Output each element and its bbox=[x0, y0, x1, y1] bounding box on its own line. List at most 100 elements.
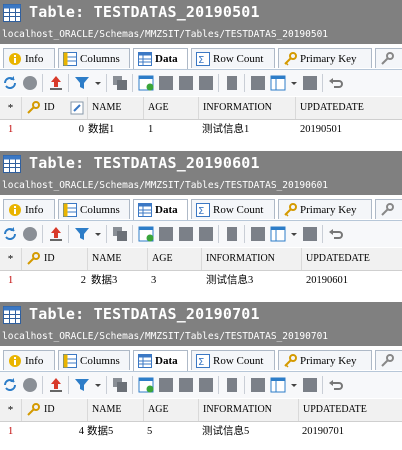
edit-icon[interactable] bbox=[224, 75, 240, 91]
columns-icon[interactable] bbox=[270, 226, 286, 242]
cell-updatedate[interactable]: 20190501 bbox=[300, 120, 342, 140]
save-icon[interactable] bbox=[158, 226, 174, 242]
tab-more[interactable] bbox=[375, 48, 402, 68]
edit-icon[interactable] bbox=[224, 377, 240, 393]
columns-icon[interactable] bbox=[270, 377, 286, 393]
chevron-down-icon[interactable] bbox=[290, 75, 298, 91]
delete-icon[interactable] bbox=[178, 75, 194, 91]
cell-updatedate[interactable]: 20190701 bbox=[302, 422, 344, 442]
cell-name[interactable]: 数据3 bbox=[91, 271, 117, 291]
column-header-information[interactable]: INFORMATION bbox=[202, 248, 302, 270]
table-add-icon[interactable] bbox=[138, 226, 154, 242]
tab-row-count[interactable]: Σ Row Count bbox=[191, 48, 275, 68]
cell-id[interactable]: 4 bbox=[22, 422, 84, 442]
column-header-updatedate[interactable]: UPDATEDATE bbox=[299, 399, 402, 421]
refresh-icon[interactable] bbox=[2, 226, 18, 242]
cell-information[interactable]: 测试信息3 bbox=[206, 271, 253, 291]
form-view-icon[interactable] bbox=[302, 377, 318, 393]
table-row[interactable]: 1 4 数据5 5 测试信息5 20190701 bbox=[0, 422, 402, 442]
tab-info[interactable]: Info bbox=[3, 199, 55, 219]
delete-icon[interactable] bbox=[178, 226, 194, 242]
column-header-updatedate[interactable]: UPDATEDATE bbox=[296, 97, 402, 119]
cell-name[interactable]: 数据1 bbox=[88, 120, 114, 140]
cell-information[interactable]: 测试信息1 bbox=[202, 120, 249, 140]
stop-icon[interactable] bbox=[22, 377, 38, 393]
insert-icon[interactable] bbox=[198, 226, 214, 242]
table-row[interactable]: 1 0 数据1 1 测试信息1 20190501 bbox=[0, 120, 402, 140]
tab-primary-key[interactable]: Primary Key bbox=[278, 350, 372, 370]
cell-updatedate[interactable]: 20190601 bbox=[306, 271, 348, 291]
cell-age[interactable]: 3 bbox=[151, 271, 156, 291]
column-header-id[interactable]: ID bbox=[22, 248, 88, 270]
cell-information[interactable]: 测试信息5 bbox=[202, 422, 249, 442]
chevron-down-icon[interactable] bbox=[94, 226, 102, 242]
tab-row-count[interactable]: Σ Row Count bbox=[191, 350, 275, 370]
insert-icon[interactable] bbox=[198, 75, 214, 91]
insert-icon[interactable] bbox=[198, 377, 214, 393]
tab-more[interactable] bbox=[375, 199, 402, 219]
undo-icon[interactable] bbox=[328, 75, 344, 91]
form-view-icon[interactable] bbox=[302, 226, 318, 242]
tab-data[interactable]: Data bbox=[133, 48, 188, 69]
filter-icon[interactable] bbox=[74, 75, 90, 91]
tab-columns[interactable]: Columns bbox=[58, 48, 130, 68]
column-header-name[interactable]: NAME bbox=[88, 399, 144, 421]
cell-name[interactable]: 数据5 bbox=[87, 422, 113, 442]
form-view-icon[interactable] bbox=[302, 75, 318, 91]
tab-columns[interactable]: Columns bbox=[58, 350, 130, 370]
column-header-age[interactable]: AGE bbox=[148, 248, 202, 270]
column-header-age[interactable]: AGE bbox=[144, 97, 199, 119]
cell-id[interactable]: 0 bbox=[22, 120, 84, 140]
cell-age[interactable]: 5 bbox=[147, 422, 152, 442]
tab-primary-key[interactable]: Primary Key bbox=[278, 48, 372, 68]
columns-icon[interactable] bbox=[270, 75, 286, 91]
chevron-down-icon[interactable] bbox=[94, 75, 102, 91]
chevron-down-icon[interactable] bbox=[94, 377, 102, 393]
column-header-information[interactable]: INFORMATION bbox=[199, 97, 296, 119]
save-icon[interactable] bbox=[158, 377, 174, 393]
cell-id[interactable]: 2 bbox=[22, 271, 86, 291]
tab-info[interactable]: Info bbox=[3, 350, 55, 370]
table-row[interactable]: 1 2 数据3 3 测试信息3 20190601 bbox=[0, 271, 402, 291]
column-header-id[interactable]: ID bbox=[22, 399, 88, 421]
tab-row-count[interactable]: Σ Row Count bbox=[191, 199, 275, 219]
export-icon[interactable] bbox=[48, 226, 64, 242]
grid-view-icon[interactable] bbox=[250, 226, 266, 242]
stop-icon[interactable] bbox=[22, 75, 38, 91]
tab-columns[interactable]: Columns bbox=[58, 199, 130, 219]
export-icon[interactable] bbox=[48, 75, 64, 91]
stop-icon[interactable] bbox=[22, 226, 38, 242]
tab-info[interactable]: Info bbox=[3, 48, 55, 68]
filter-icon[interactable] bbox=[74, 226, 90, 242]
tab-more[interactable] bbox=[375, 350, 402, 370]
tab-primary-key[interactable]: Primary Key bbox=[278, 199, 372, 219]
column-header-name[interactable]: NAME bbox=[88, 248, 148, 270]
copy-icon[interactable] bbox=[112, 226, 128, 242]
cell-age[interactable]: 1 bbox=[148, 120, 153, 140]
refresh-icon[interactable] bbox=[2, 75, 18, 91]
chevron-down-icon[interactable] bbox=[290, 377, 298, 393]
column-header-id[interactable]: ID bbox=[22, 97, 88, 119]
grid-view-icon[interactable] bbox=[250, 377, 266, 393]
undo-icon[interactable] bbox=[328, 226, 344, 242]
undo-icon[interactable] bbox=[328, 377, 344, 393]
column-header-information[interactable]: INFORMATION bbox=[199, 399, 299, 421]
data-toolbar bbox=[0, 70, 402, 96]
column-header-name[interactable]: NAME bbox=[88, 97, 144, 119]
refresh-icon[interactable] bbox=[2, 377, 18, 393]
edit-icon[interactable] bbox=[224, 226, 240, 242]
copy-icon[interactable] bbox=[112, 377, 128, 393]
export-icon[interactable] bbox=[48, 377, 64, 393]
grid-view-icon[interactable] bbox=[250, 75, 266, 91]
table-add-icon[interactable] bbox=[138, 75, 154, 91]
column-header-updatedate[interactable]: UPDATEDATE bbox=[302, 248, 402, 270]
copy-icon[interactable] bbox=[112, 75, 128, 91]
table-add-icon[interactable] bbox=[138, 377, 154, 393]
filter-icon[interactable] bbox=[74, 377, 90, 393]
save-icon[interactable] bbox=[158, 75, 174, 91]
delete-icon[interactable] bbox=[178, 377, 194, 393]
tab-data[interactable]: Data bbox=[133, 350, 188, 371]
chevron-down-icon[interactable] bbox=[290, 226, 298, 242]
tab-data[interactable]: Data bbox=[133, 199, 188, 220]
column-header-age[interactable]: AGE bbox=[144, 399, 199, 421]
